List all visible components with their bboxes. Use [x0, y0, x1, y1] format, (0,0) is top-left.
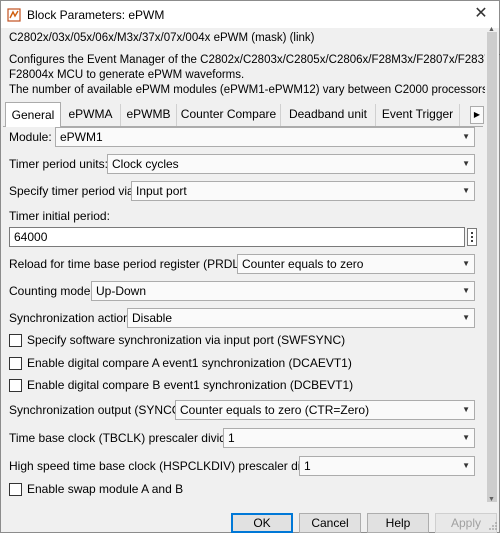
description-line: The number of available ePWM modules (eP…: [9, 84, 491, 96]
counting-mode-label: Counting mode:: [9, 284, 94, 298]
counting-mode-value: Up-Down: [96, 284, 147, 298]
timer-period-via-select[interactable]: Input port ▼: [131, 181, 475, 201]
scrollbar-thumb[interactable]: [487, 32, 497, 502]
chevron-down-icon: ▼: [462, 286, 470, 295]
tbclk-select[interactable]: 1 ▼: [223, 428, 475, 448]
ok-button[interactable]: OK: [231, 513, 293, 533]
chevron-down-icon: ▼: [462, 405, 470, 414]
cancel-button[interactable]: Cancel: [299, 513, 361, 533]
module-select[interactable]: ePWM1 ▼: [55, 127, 475, 147]
reload-prdld-select[interactable]: Counter equals to zero ▼: [237, 254, 475, 274]
tab-deadband-unit[interactable]: Deadband unit: [281, 104, 376, 126]
timer-period-via-value: Input port: [136, 184, 187, 198]
sync-action-label: Synchronization action:: [9, 311, 134, 325]
module-value: ePWM1: [60, 130, 103, 144]
sync-action-select[interactable]: Disable ▼: [127, 308, 475, 328]
dcbevt1-label: Enable digital compare B event1 synchron…: [27, 378, 354, 392]
tab-general[interactable]: General: [5, 102, 61, 127]
sync-action-value: Disable: [132, 311, 173, 325]
block-parameters-dialog: Block Parameters: ePWM ✕ C2802x/03x/05x/…: [0, 0, 500, 533]
vertical-ellipsis-icon: [471, 232, 473, 242]
tab-counter-compare[interactable]: Counter Compare: [177, 104, 281, 126]
timer-initial-period-value: 64000: [14, 230, 48, 244]
scroll-down-icon[interactable]: ▼: [488, 496, 495, 503]
timer-initial-period-input[interactable]: 64000: [9, 227, 465, 247]
dcbevt1-checkbox[interactable]: [9, 379, 22, 392]
tab-epwma[interactable]: ePWMA: [61, 104, 121, 126]
resize-grip-icon[interactable]: [488, 521, 498, 531]
hspclkdiv-select[interactable]: 1 ▼: [299, 456, 475, 476]
swfsync-checkbox[interactable]: [9, 334, 22, 347]
chevron-down-icon: ▼: [462, 313, 470, 322]
more-options-icon[interactable]: [467, 228, 477, 246]
mask-description: C2802x/03x/05x/06x/M3x/37x/07x/004x ePWM…: [9, 31, 500, 96]
chevron-down-icon: ▼: [462, 159, 470, 168]
mask-header: C2802x/03x/05x/06x/M3x/37x/07x/004x ePWM…: [9, 32, 315, 44]
sync-output-select[interactable]: Counter equals to zero (CTR=Zero) ▼: [175, 400, 475, 420]
timer-initial-period-label: Timer initial period:: [9, 209, 110, 223]
tab-bar: General ePWMA ePWMB Counter Compare Dead…: [1, 102, 485, 127]
chevron-down-icon: ▼: [462, 433, 470, 442]
timer-period-units-label: Timer period units:: [9, 157, 108, 171]
timer-period-units-select[interactable]: Clock cycles ▼: [107, 154, 475, 174]
hspclkdiv-value: 1: [304, 459, 311, 473]
vertical-scrollbar[interactable]: ▲ ▼: [485, 26, 499, 506]
counting-mode-select[interactable]: Up-Down ▼: [91, 281, 475, 301]
chevron-down-icon: ▼: [462, 186, 470, 195]
swfsync-label: Specify software synchronization via inp…: [27, 333, 346, 347]
tbclk-value: 1: [228, 431, 235, 445]
sync-output-value: Counter equals to zero (CTR=Zero): [180, 403, 370, 417]
close-button[interactable]: ✕: [467, 3, 495, 25]
help-button[interactable]: Help: [367, 513, 429, 533]
reload-prdld-value: Counter equals to zero: [242, 257, 364, 271]
tbclk-label: Time base clock (TBCLK) prescaler divide…: [9, 431, 240, 445]
description-line: F28004x MCU to generate ePWM waveforms.: [9, 69, 245, 81]
reload-prdld-label: Reload for time base period register (PR…: [9, 257, 256, 271]
description-line: Configures the Event Manager of the C280…: [9, 54, 500, 66]
hspclkdiv-label: High speed time base clock (HSPCLKDIV) p…: [9, 459, 330, 473]
tab-epwmb[interactable]: ePWMB: [121, 104, 177, 126]
dcaevt1-checkbox[interactable]: [9, 357, 22, 370]
chevron-down-icon: ▼: [462, 461, 470, 470]
title-bar[interactable]: Block Parameters: ePWM ✕: [1, 1, 499, 28]
tab-scroll-right-icon[interactable]: ▶: [470, 106, 484, 124]
chevron-down-icon: ▼: [462, 132, 470, 141]
simulink-block-icon: [7, 8, 21, 22]
timer-period-via-label: Specify timer period via:: [9, 184, 138, 198]
swap-ab-checkbox[interactable]: [9, 483, 22, 496]
timer-period-units-value: Clock cycles: [112, 157, 179, 171]
tab-event-trigger[interactable]: Event Trigger: [376, 104, 460, 126]
dcaevt1-label: Enable digital compare A event1 synchron…: [27, 356, 352, 370]
window-title: Block Parameters: ePWM: [27, 8, 165, 22]
swap-ab-label: Enable swap module A and B: [27, 482, 184, 496]
module-label: Module:: [9, 130, 52, 144]
chevron-down-icon: ▼: [462, 259, 470, 268]
sync-output-label: Synchronization output (SYNCO):: [9, 403, 189, 417]
